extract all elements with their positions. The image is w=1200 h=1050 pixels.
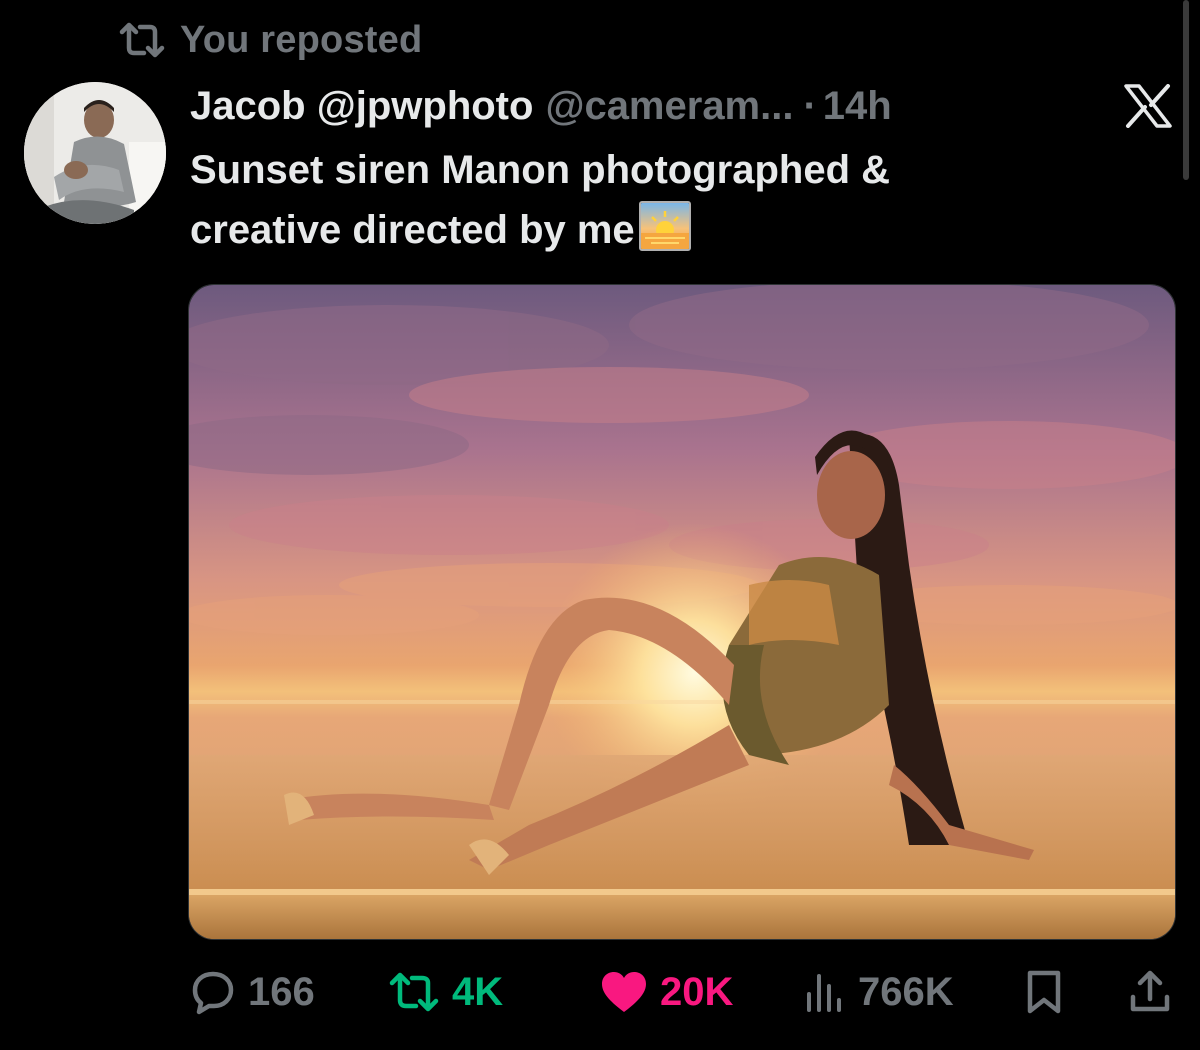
repost-label: You reposted	[180, 18, 423, 61]
bookmark-button[interactable]	[1024, 962, 1064, 1022]
repost-icon	[389, 972, 439, 1012]
bookmark-icon	[1027, 970, 1061, 1014]
tweet-media-photo[interactable]	[188, 284, 1176, 940]
repost-count: 4K	[452, 969, 504, 1014]
reply-button[interactable]: 166	[190, 962, 315, 1022]
display-name[interactable]: Jacob @jpwphoto	[190, 84, 533, 129]
reply-count: 166	[248, 969, 315, 1014]
reply-icon	[192, 971, 234, 1015]
tweet-text: Sunset siren Manon photographed & creati…	[190, 140, 1150, 260]
tweet-text-line-2: creative directed by me	[190, 200, 1150, 260]
sunrise-emoji-icon	[638, 201, 691, 251]
share-icon	[1130, 970, 1170, 1012]
tweet-text-line-2-text: creative directed by me	[190, 208, 635, 252]
heart-icon	[602, 972, 646, 1012]
like-count: 20K	[660, 969, 734, 1014]
views-icon	[807, 974, 841, 1012]
tweet-header: Jacob @jpwphoto @cameram... · 14h	[190, 78, 892, 134]
views-button[interactable]: 766K	[804, 962, 954, 1022]
repost-icon	[118, 20, 166, 60]
repost-banner: You reposted	[118, 14, 422, 66]
scrollbar[interactable]	[1183, 0, 1189, 180]
user-handle[interactable]: @cameram...	[545, 84, 793, 129]
repost-button[interactable]: 4K	[388, 962, 503, 1022]
timestamp[interactable]: 14h	[823, 84, 892, 129]
views-count: 766K	[858, 969, 954, 1014]
tweet-text-line-1: Sunset siren Manon photographed &	[190, 148, 891, 192]
action-bar: 166 4K 20K 766K	[190, 962, 1180, 1022]
like-button[interactable]: 20K	[600, 962, 733, 1022]
x-logo-icon[interactable]	[1124, 84, 1172, 128]
separator-dot: ·	[803, 83, 817, 128]
share-button[interactable]	[1128, 962, 1172, 1022]
avatar[interactable]	[24, 82, 166, 224]
